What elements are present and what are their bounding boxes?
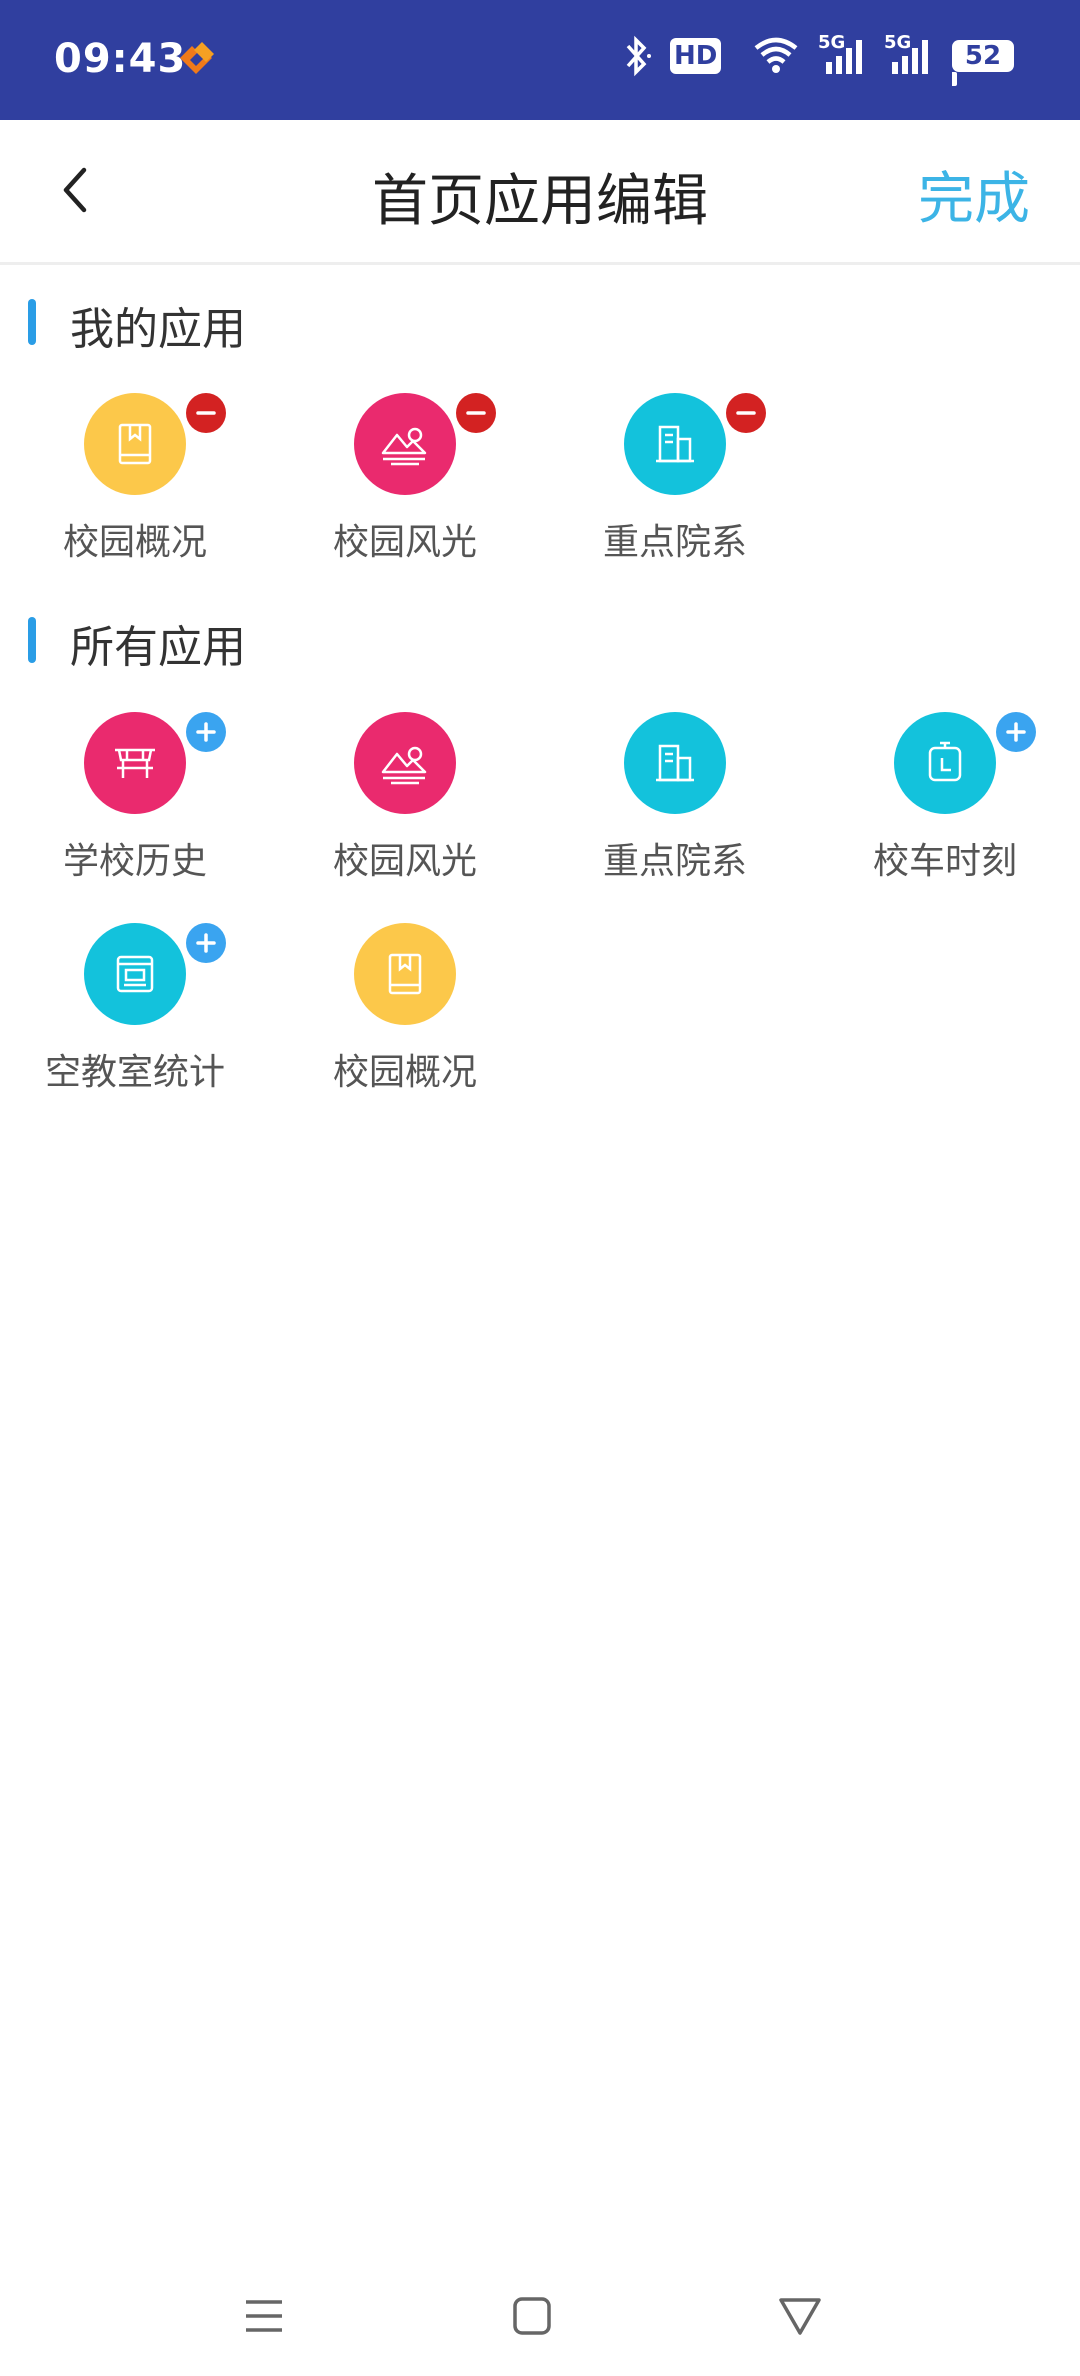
plus-icon: [196, 933, 216, 953]
signal-icon: 5G: [818, 32, 870, 82]
building-icon: [624, 712, 726, 814]
plus-icon: [1006, 722, 1026, 742]
landscape-icon: [354, 712, 456, 814]
section-title: 我的应用: [70, 304, 246, 355]
add-badge-button[interactable]: [186, 712, 226, 752]
add-badge-button[interactable]: [996, 712, 1036, 752]
back-nav-button[interactable]: [770, 2286, 830, 2346]
back-triangle-icon: [779, 2298, 821, 2335]
remove-badge-button[interactable]: [456, 393, 496, 433]
app-label: 空教室统计: [44, 1052, 225, 1093]
section-all-apps: 所有应用: [0, 603, 1080, 673]
home-icon: [513, 2297, 551, 2335]
minus-icon: [736, 411, 756, 415]
battery-icon: 52: [952, 40, 1022, 99]
app-label: 学校历史: [62, 841, 207, 882]
app-label: 校园风光: [332, 841, 477, 882]
navigation-bar: [0, 2250, 1080, 2376]
section-title: 所有应用: [70, 622, 246, 673]
landscape-icon: [354, 393, 456, 495]
classroom-icon: [84, 923, 186, 1025]
plus-icon: [196, 722, 216, 742]
section-my-apps: 我的应用: [0, 285, 1080, 355]
notification-app-icon: [176, 40, 216, 80]
app-label: 校园概况: [332, 1052, 477, 1093]
status-bar: 09:43 HD 5G 5G 52: [0, 0, 1080, 120]
add-badge-button[interactable]: [186, 923, 226, 963]
remove-badge-button[interactable]: [186, 393, 226, 433]
header: 首页应用编辑 完成: [0, 120, 1080, 265]
app-tile-campus-overview[interactable]: 校园概况: [270, 923, 540, 1123]
menu-button[interactable]: [234, 2286, 294, 2346]
app-label: 校园概况: [62, 522, 207, 563]
book-icon: [354, 923, 456, 1025]
hd-icon: HD: [670, 38, 722, 74]
app-label: 重点院系: [602, 841, 747, 882]
app-tile-empty-classrooms[interactable]: 空教室统计: [0, 923, 270, 1123]
status-icons: HD 5G 5G 52: [622, 32, 1022, 86]
section-marker: [28, 617, 36, 663]
book-icon: [84, 393, 186, 495]
app-tile-key-departments[interactable]: 重点院系: [540, 712, 810, 912]
gate-icon: [84, 712, 186, 814]
minus-icon: [466, 411, 486, 415]
status-time: 09:43: [54, 36, 187, 82]
app-tile-shuttle-schedule[interactable]: 校车时刻: [810, 712, 1080, 912]
app-label: 校园风光: [332, 522, 477, 563]
remove-badge-button[interactable]: [726, 393, 766, 433]
section-marker: [28, 299, 36, 345]
clock-icon: [894, 712, 996, 814]
home-button[interactable]: [502, 2286, 562, 2346]
menu-icon: [246, 2300, 282, 2332]
bluetooth-icon: [622, 34, 652, 82]
app-tile-campus-overview[interactable]: 校园概况: [0, 393, 270, 593]
signal-icon: 5G: [884, 32, 936, 82]
app-tile-campus-scenery[interactable]: 校园风光: [270, 712, 540, 912]
done-button[interactable]: 完成: [918, 154, 1030, 235]
app-label: 重点院系: [602, 522, 747, 563]
app-tile-campus-scenery[interactable]: 校园风光: [270, 393, 540, 593]
wifi-icon: [752, 34, 800, 82]
building-icon: [624, 393, 726, 495]
app-tile-school-history[interactable]: 学校历史: [0, 712, 270, 912]
minus-icon: [196, 411, 216, 415]
app-label: 校车时刻: [872, 841, 1017, 882]
app-tile-key-departments[interactable]: 重点院系: [540, 393, 810, 593]
